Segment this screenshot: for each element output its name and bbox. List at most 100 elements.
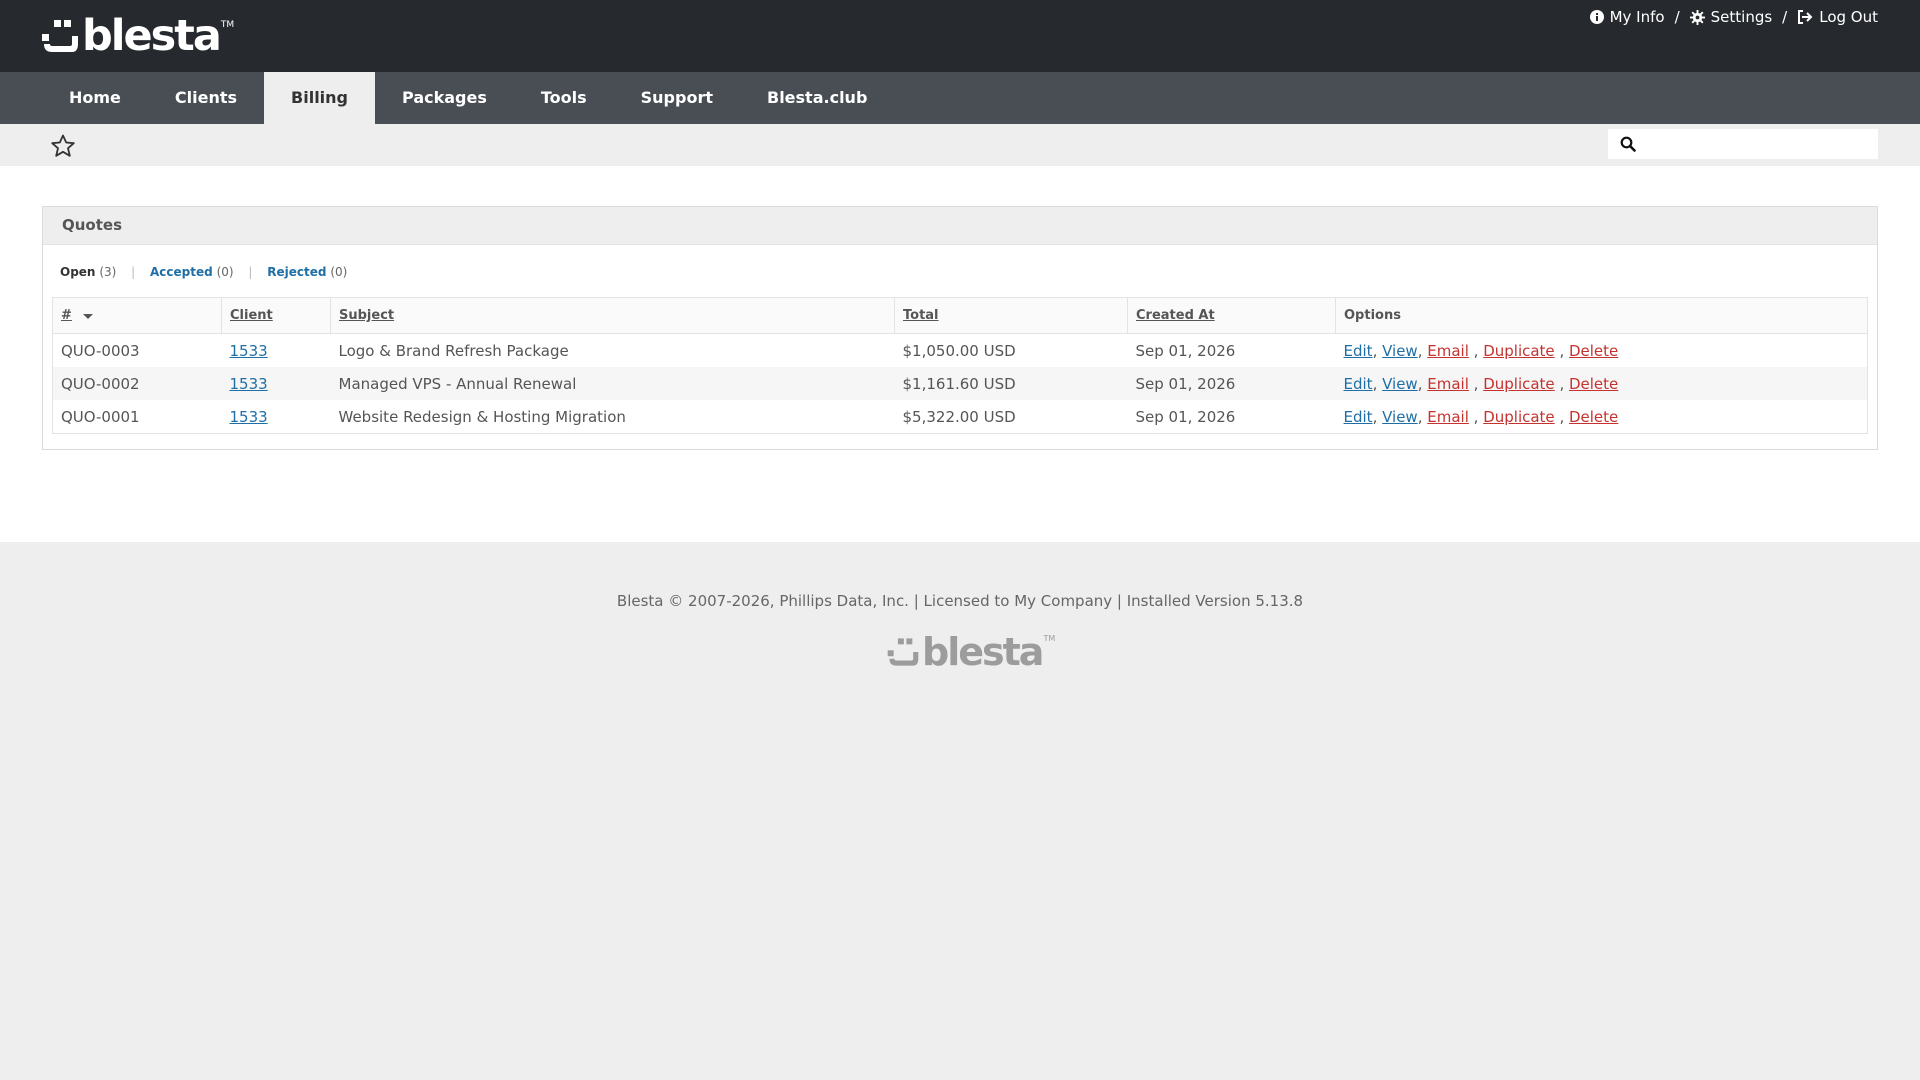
column-created-at[interactable]: Created At — [1127, 297, 1336, 334]
sort-desc-icon — [83, 313, 94, 319]
logo-trademark: TM — [220, 20, 235, 30]
settings-label: Settings — [1710, 8, 1773, 26]
delete-link[interactable]: Delete — [1569, 342, 1618, 360]
column-number[interactable]: # — [52, 297, 222, 334]
my-info-link[interactable]: My Info — [1589, 8, 1665, 26]
info-icon — [1589, 10, 1604, 24]
filter-label: Open — [60, 265, 96, 279]
filter-count: (0) — [216, 265, 234, 279]
quote-total: $1,161.60 USD — [894, 367, 1128, 400]
search-input[interactable] — [1644, 130, 1878, 158]
tab-billing[interactable]: Billing — [264, 72, 376, 124]
footer-logo: blesta TM — [887, 630, 1056, 674]
sort-total-link[interactable]: Total — [903, 308, 939, 323]
filter-label: Accepted — [150, 265, 213, 279]
sign-out-icon — [1798, 10, 1813, 24]
footer-logo-text: blesta — [922, 630, 1044, 674]
filter-divider: | — [248, 265, 253, 279]
my-info-label: My Info — [1609, 8, 1665, 26]
filter-divider: | — [131, 265, 136, 279]
logo-text: blesta — [82, 11, 222, 61]
search-icon — [1620, 136, 1636, 152]
tab-home[interactable]: Home — [42, 72, 148, 124]
page-footer: Blesta © 2007-2026, Phillips Data, Inc. … — [0, 542, 1920, 1080]
client-link[interactable]: 1533 — [230, 375, 268, 393]
quote-number: QUO-0002 — [52, 367, 222, 400]
row-options: Edit, View, Email , Duplicate , Delete — [1335, 367, 1868, 400]
view-link[interactable]: View — [1382, 408, 1418, 426]
account-links: My Info / Settings / Log Out — [1589, 8, 1878, 26]
sort-subject-link[interactable]: Subject — [339, 308, 394, 323]
quote-subject: Logo & Brand Refresh Package — [338, 341, 569, 360]
duplicate-link[interactable]: Duplicate — [1483, 375, 1554, 393]
settings-link[interactable]: Settings — [1689, 8, 1773, 26]
column-client[interactable]: Client — [221, 297, 331, 334]
link-separator: / — [1782, 8, 1788, 26]
blesta-smile-icon — [42, 20, 78, 52]
column-options: Options — [1335, 297, 1868, 334]
blesta-smile-icon — [887, 638, 919, 666]
log-out-link[interactable]: Log Out — [1797, 8, 1878, 26]
view-link[interactable]: View — [1382, 342, 1418, 360]
quote-total: $5,322.00 USD — [902, 407, 1016, 426]
blesta-logo[interactable]: blesta TM — [42, 11, 235, 61]
duplicate-link[interactable]: Duplicate — [1483, 342, 1554, 360]
email-link[interactable]: Email — [1427, 408, 1469, 426]
footer-logo-trademark: TM — [1043, 634, 1056, 643]
tab-blesta-club[interactable]: Blesta.club — [740, 72, 894, 124]
link-separator: / — [1674, 8, 1680, 26]
quote-subject: Managed VPS - Annual Renewal — [330, 367, 895, 400]
sort-number-link[interactable]: # — [61, 308, 72, 323]
main-nav: Home Clients Billing Packages Tools Supp… — [0, 72, 1920, 124]
view-link[interactable]: View — [1382, 375, 1418, 393]
quote-total: $1,050.00 USD — [902, 341, 1016, 360]
quotes-table: # Client Subject Total Created At Option… — [52, 297, 1868, 434]
filter-open[interactable]: Open (3) — [60, 265, 116, 279]
table-row: QUO-0003 1533 Logo & Brand Refresh Packa… — [53, 334, 1868, 368]
duplicate-link[interactable]: Duplicate — [1483, 408, 1554, 426]
quotes-panel: Quotes Open (3) | Accepted (0) | Rejecte… — [42, 206, 1878, 450]
log-out-label: Log Out — [1819, 8, 1878, 26]
table-header-row: # Client Subject Total Created At Option… — [52, 297, 1868, 334]
tab-tools[interactable]: Tools — [514, 72, 614, 124]
edit-link[interactable]: Edit — [1344, 375, 1373, 393]
main-content: Quotes Open (3) | Accepted (0) | Rejecte… — [0, 166, 1920, 542]
panel-title: Quotes — [43, 207, 1877, 245]
delete-link[interactable]: Delete — [1569, 375, 1618, 393]
quote-subject: Website Redesign & Hosting Migration — [338, 407, 626, 426]
filter-count: (0) — [330, 265, 348, 279]
sort-client-link[interactable]: Client — [230, 308, 273, 323]
sort-created-at-link[interactable]: Created At — [1136, 308, 1215, 323]
tab-support[interactable]: Support — [614, 72, 740, 124]
client-link[interactable]: 1533 — [230, 408, 268, 426]
edit-link[interactable]: Edit — [1344, 408, 1373, 426]
row-options: Edit, View, Email , Duplicate , Delete — [1343, 341, 1619, 360]
sub-toolbar — [0, 124, 1920, 166]
email-link[interactable]: Email — [1427, 342, 1469, 360]
table-row: QUO-0002 1533 Managed VPS - Annual Renew… — [52, 367, 1868, 400]
footer-copyright: Blesta © 2007-2026, Phillips Data, Inc. … — [0, 592, 1920, 610]
delete-link[interactable]: Delete — [1569, 408, 1618, 426]
edit-link[interactable]: Edit — [1344, 342, 1373, 360]
copyright-text: Blesta © 2007-2026, Phillips Data, Inc. … — [616, 592, 1304, 610]
row-options: Edit, View, Email , Duplicate , Delete — [1343, 407, 1619, 426]
quote-number: QUO-0003 — [61, 341, 140, 360]
column-total[interactable]: Total — [894, 297, 1128, 334]
tab-packages[interactable]: Packages — [375, 72, 514, 124]
email-link[interactable]: Email — [1427, 375, 1469, 393]
quote-created-at: Sep 01, 2026 — [1135, 407, 1236, 426]
star-icon[interactable] — [50, 134, 76, 162]
filter-rejected[interactable]: Rejected (0) — [267, 265, 347, 279]
filter-label: Rejected — [267, 265, 327, 279]
gear-icon — [1689, 9, 1705, 25]
status-filters: Open (3) | Accepted (0) | Rejected (0) — [43, 245, 1877, 295]
quote-created-at: Sep 01, 2026 — [1127, 367, 1336, 400]
tab-clients[interactable]: Clients — [148, 72, 264, 124]
filter-accepted[interactable]: Accepted (0) — [150, 265, 234, 279]
quote-created-at: Sep 01, 2026 — [1135, 341, 1236, 360]
column-subject[interactable]: Subject — [330, 297, 895, 334]
table-row: QUO-0001 1533 Website Redesign & Hosting… — [53, 400, 1868, 434]
filter-count: (3) — [99, 265, 117, 279]
client-link[interactable]: 1533 — [230, 342, 268, 360]
top-header: blesta TM My Info / Settings / Log Out — [0, 0, 1920, 72]
